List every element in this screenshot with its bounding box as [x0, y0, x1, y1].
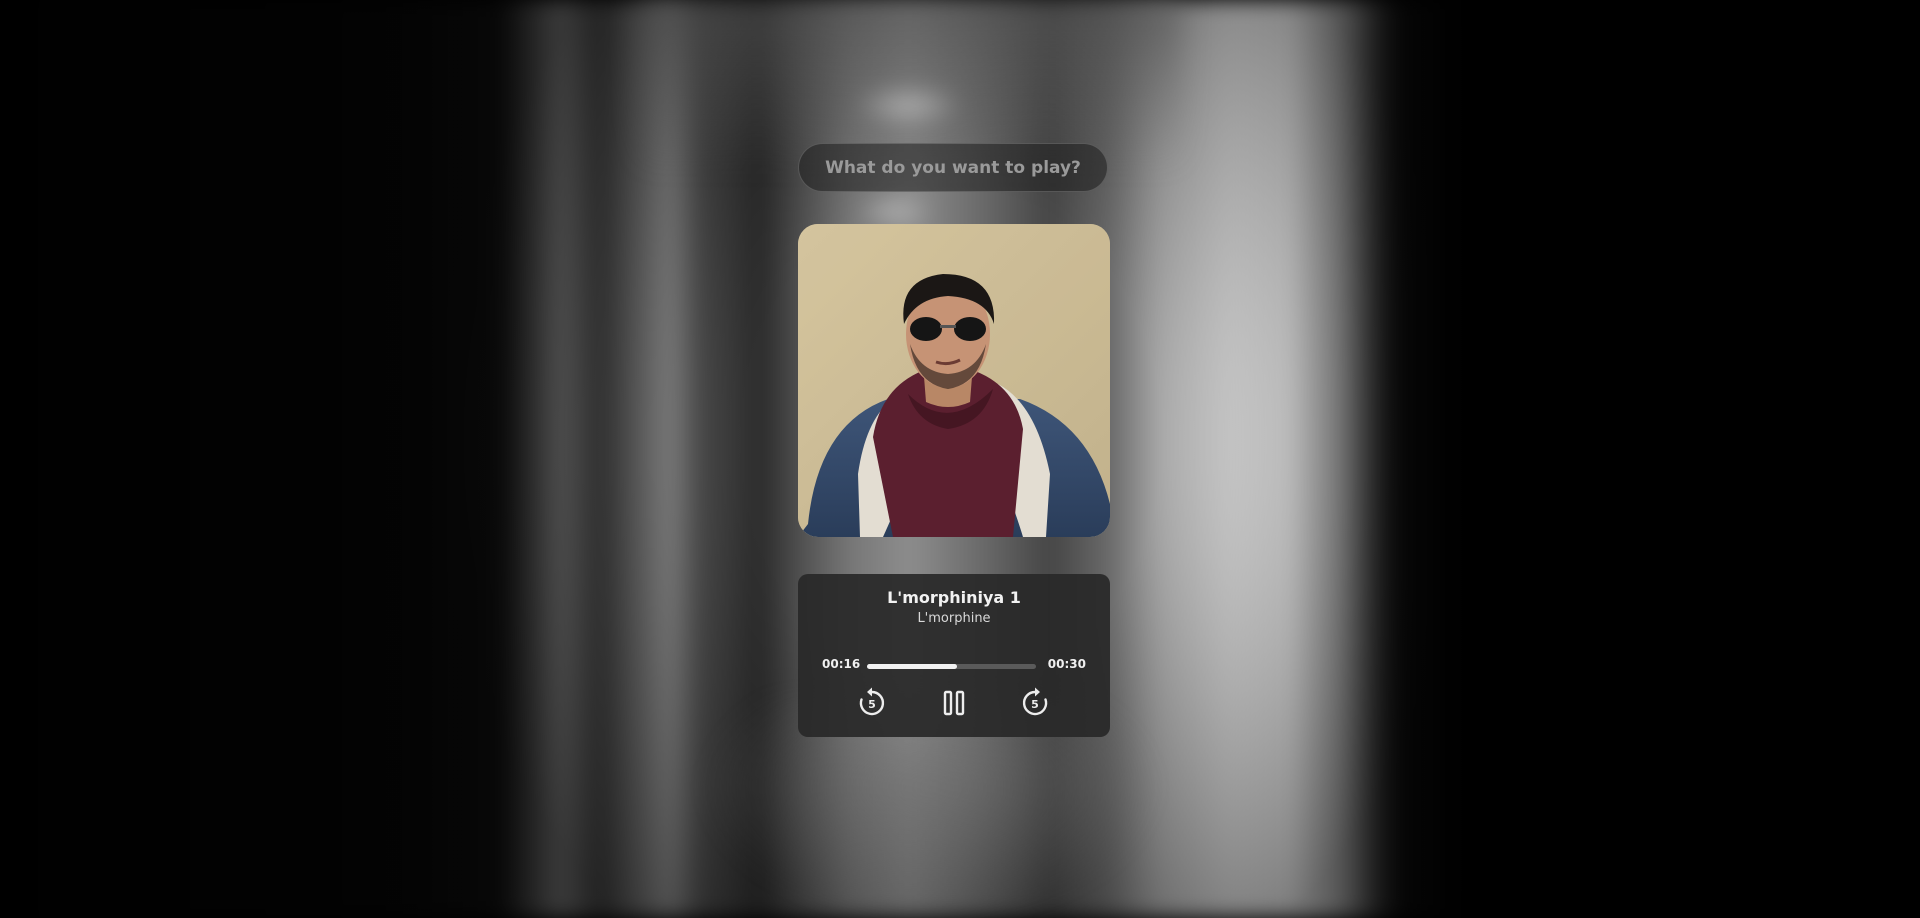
- rewind-5-icon: 5: [859, 687, 885, 716]
- pause-button[interactable]: [937, 686, 971, 720]
- app-stage: L'morphiniya 1 L'morphine 00:16 00:30 5: [0, 0, 1920, 918]
- track-artist: L'morphine: [917, 611, 991, 626]
- progress-bar[interactable]: [867, 664, 1036, 669]
- rewind-seconds-label: 5: [868, 698, 876, 711]
- rewind-5-button[interactable]: 5: [855, 686, 889, 720]
- player-card: L'morphiniya 1 L'morphine 00:16 00:30 5: [798, 574, 1110, 737]
- album-art: [798, 224, 1110, 537]
- artist-photo: [798, 224, 1110, 537]
- forward-seconds-label: 5: [1031, 698, 1039, 711]
- total-duration: 00:30: [1047, 657, 1086, 671]
- forward-5-button[interactable]: 5: [1018, 686, 1052, 720]
- track-title: L'morphiniya 1: [887, 588, 1021, 607]
- pause-icon: [943, 690, 965, 716]
- search-input[interactable]: [798, 143, 1108, 192]
- forward-5-icon: 5: [1022, 687, 1048, 716]
- elapsed-time: 00:16: [822, 657, 861, 671]
- progress-fill: [867, 664, 958, 669]
